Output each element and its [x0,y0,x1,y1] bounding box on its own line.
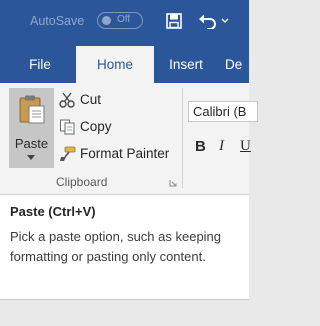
dialog-launcher-icon[interactable] [169,179,177,187]
save-icon[interactable] [166,13,182,29]
group-divider [182,88,183,188]
paste-button[interactable]: Paste [9,88,54,168]
undo-icon[interactable] [198,13,218,29]
ribbon-tabs: File Home Insert De [0,46,249,83]
tab-file[interactable]: File [20,46,60,83]
copy-label: Copy [80,119,112,134]
clipboard-group-label: Clipboard [56,175,108,189]
ribbon-home: Paste Cut Copy Format Painter Clipboard … [0,83,258,194]
tooltip-title: Paste (Ctrl+V) [10,204,96,219]
toggle-state: Off [117,14,131,25]
format-painter-icon [60,146,76,161]
tab-insert[interactable]: Insert [156,46,216,83]
title-bar: AutoSave Off [0,0,249,46]
bold-button[interactable]: B [195,138,206,155]
font-name-box[interactable]: Calibri (B [188,101,258,122]
toggle-knob [102,16,111,25]
chevron-down-icon[interactable] [27,155,35,161]
autosave-toggle[interactable]: Off [97,12,143,29]
tab-design[interactable]: De [225,46,265,83]
paste-icon [19,95,45,124]
scissors-icon [59,92,75,108]
paste-tooltip: Paste (Ctrl+V) Pick a paste option, such… [0,195,249,300]
tab-home[interactable]: Home [76,46,154,83]
underline-button[interactable]: U [240,138,251,155]
undo-dropdown-icon[interactable] [221,13,229,27]
copy-icon [60,119,75,135]
autosave-label: AutoSave [30,14,85,28]
tooltip-body: Pick a paste option, such as keeping for… [10,229,222,264]
format-painter-label: Format Painter [80,146,170,161]
paste-label: Paste [14,136,49,151]
italic-button[interactable]: I [219,138,224,155]
cut-label: Cut [80,92,102,107]
